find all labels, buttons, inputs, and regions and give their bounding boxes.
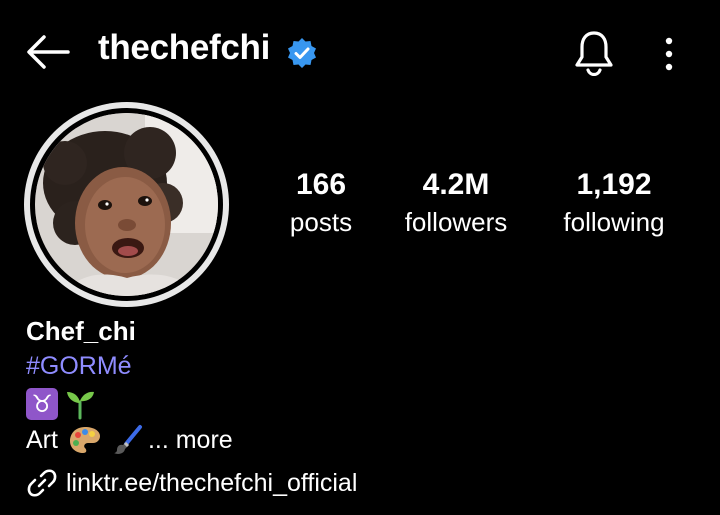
bell-icon[interactable] (572, 30, 616, 76)
profile-photo (35, 113, 218, 296)
verified-badge-icon (288, 38, 316, 68)
following-label: following (563, 207, 665, 237)
bio-link-text[interactable]: linktr.ee/thechefchi_official (66, 469, 357, 498)
stat-followers[interactable]: 4.2M followers (371, 168, 541, 240)
followers-count: 4.2M (422, 168, 490, 201)
paintbrush-emoji (113, 425, 142, 454)
taurus-emoji: ♉ (26, 388, 58, 420)
seedling-emoji (67, 391, 94, 420)
followers-label: followers (404, 207, 508, 237)
back-arrow-icon[interactable] (24, 32, 72, 72)
bio-hashtag-link[interactable]: #GORMé (26, 352, 132, 381)
bio-external-link[interactable]: linktr.ee/thechefchi_official (26, 467, 357, 499)
profile-avatar[interactable] (24, 102, 229, 307)
bio-more-link[interactable]: ... more (148, 426, 233, 455)
profile-username: thechefchi (98, 28, 271, 67)
bio-emoji-row: ♉ (26, 388, 96, 420)
artist-palette-emoji (69, 427, 100, 453)
link-icon (27, 469, 57, 497)
stat-following[interactable]: 1,192 following (529, 168, 699, 240)
profile-display-name: Chef_chi (26, 316, 136, 346)
more-options-icon[interactable] (658, 36, 680, 72)
bio-art-text: Art (26, 425, 58, 454)
bio-line: Art 🎨 🖌️ ... more (26, 424, 233, 456)
following-count: 1,192 (576, 168, 652, 201)
